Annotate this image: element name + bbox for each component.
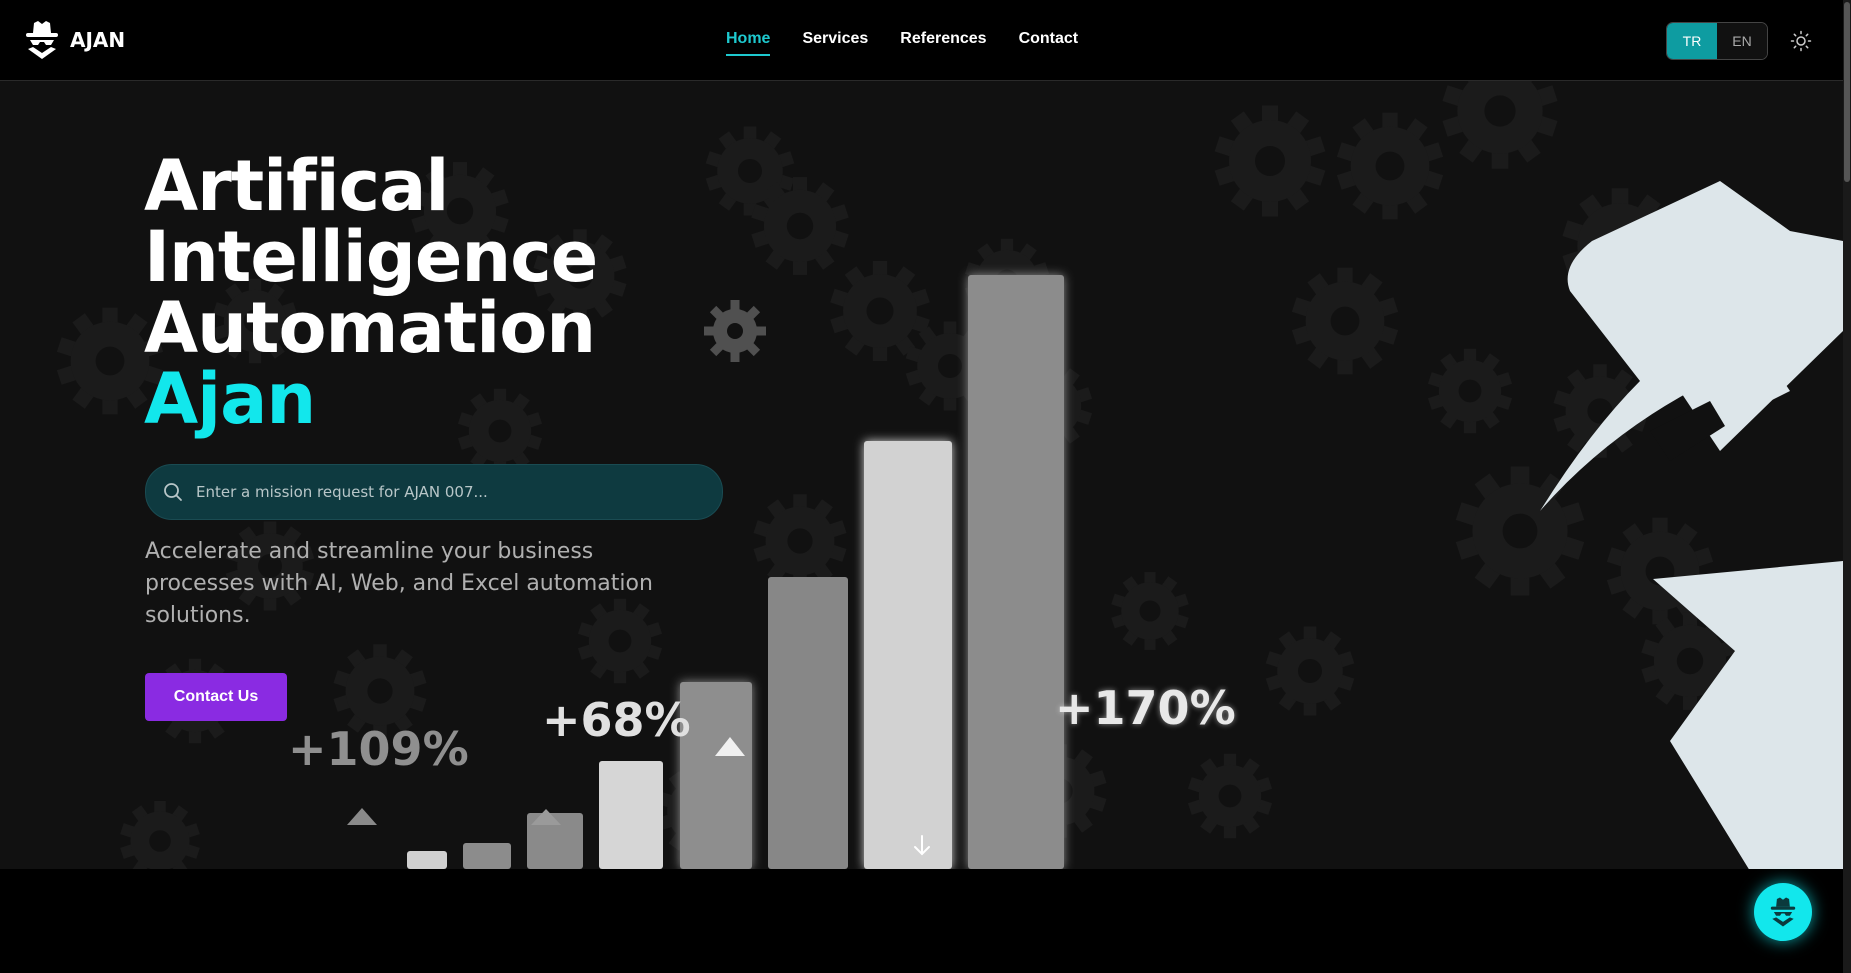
hero-title-line: Intelligence — [144, 216, 598, 298]
scrollbar-thumb[interactable] — [1844, 2, 1850, 182]
nav-home[interactable]: Home — [726, 30, 771, 56]
bar — [864, 441, 952, 869]
brand-name: AJAN — [70, 28, 126, 52]
bar — [768, 577, 848, 869]
browser-viewport: AJAN Home Services References Contact TR… — [0, 0, 1851, 973]
hero-title-line: Artifical — [144, 145, 449, 227]
language-switcher: TR EN — [1666, 22, 1768, 60]
nav-services[interactable]: Services — [802, 30, 868, 56]
hero-description: Accelerate and streamline your business … — [145, 539, 653, 628]
language-tr-button[interactable]: TR — [1667, 23, 1717, 59]
contact-us-button[interactable]: Contact Us — [145, 673, 287, 721]
hero-title-line: Automation — [144, 287, 596, 369]
bar — [463, 843, 511, 869]
search-icon — [164, 483, 182, 501]
brand-logo[interactable]: AJAN — [24, 19, 125, 61]
bar — [680, 682, 752, 869]
up-triangle — [347, 808, 377, 825]
hero-title: Artifical Intelligence Automation Ajan — [144, 145, 598, 440]
stat-label: +109% — [288, 722, 469, 776]
mission-search-bar[interactable] — [145, 464, 723, 520]
nav-references[interactable]: References — [900, 30, 986, 56]
sun-icon[interactable] — [1790, 30, 1812, 52]
agent-icon — [1770, 897, 1796, 927]
bar — [968, 275, 1064, 869]
agent-silhouette-illustration — [1540, 181, 1843, 869]
hero-section: +109% +68% +170% Artifical Intelligence … — [0, 81, 1843, 869]
stat-label: +68% — [542, 693, 691, 747]
agent-chat-button[interactable] — [1754, 883, 1812, 941]
bar — [599, 761, 663, 869]
page-scrollbar[interactable] — [1843, 0, 1851, 973]
bar — [407, 851, 447, 869]
mission-search-input[interactable] — [194, 482, 718, 502]
stat-label: +170% — [1055, 681, 1236, 735]
nav-contact[interactable]: Contact — [1019, 30, 1079, 56]
site-header: AJAN Home Services References Contact TR… — [0, 0, 1843, 81]
agent-logo-icon — [26, 21, 58, 59]
main-nav: Home Services References Contact — [726, 30, 1078, 56]
language-en-button[interactable]: EN — [1717, 23, 1767, 59]
hero-title-accent: Ajan — [144, 358, 316, 440]
